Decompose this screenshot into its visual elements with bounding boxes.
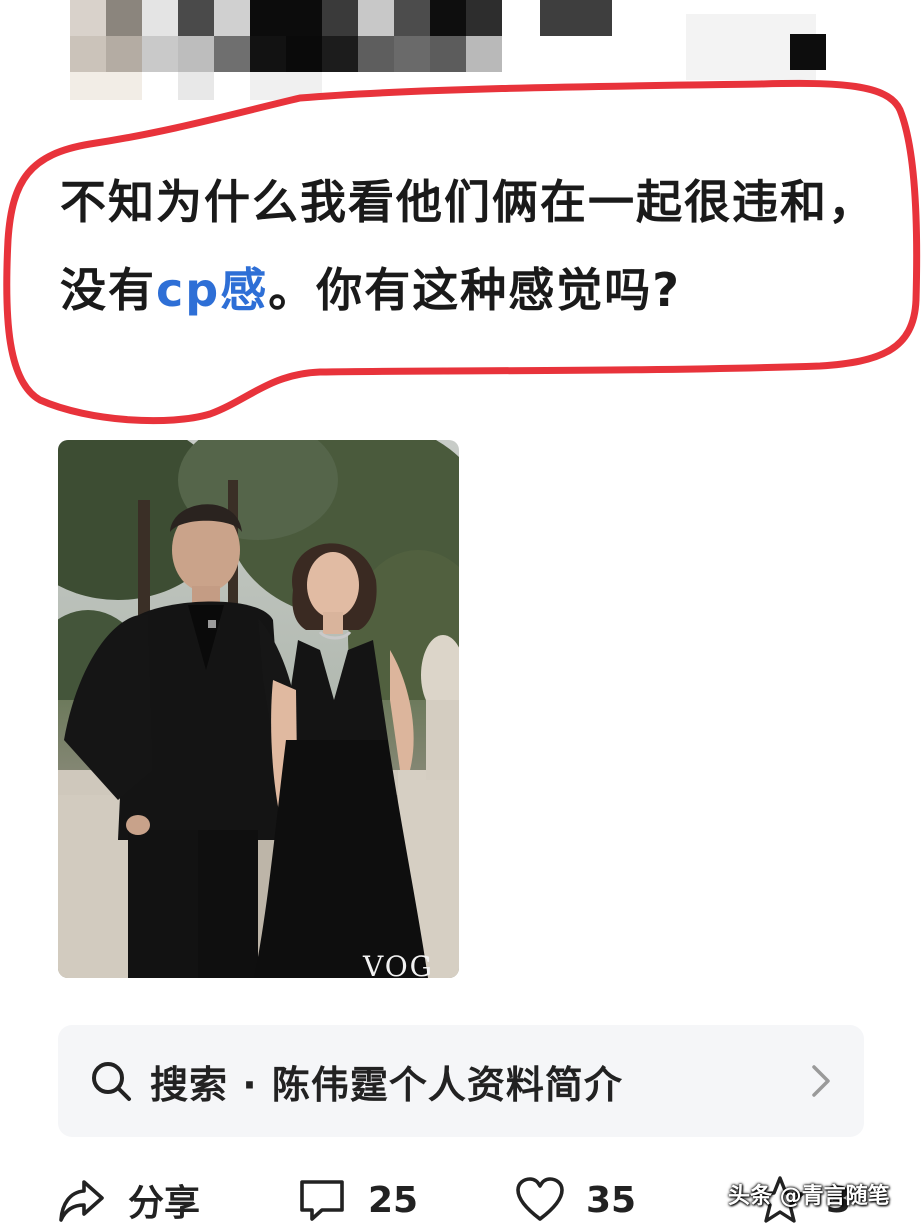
chevron-right-icon [806, 1061, 836, 1101]
photo-illustration: VOG [58, 440, 459, 978]
comment-count: 25 [368, 1179, 419, 1221]
cp-link[interactable]: cp感 [156, 263, 268, 317]
search-suggestion-label: 搜索 · 陈伟霆个人资料简介 [150, 1062, 623, 1107]
post-text: 不知为什么我看他们俩在一起很违和，没有cp感。你有这种感觉吗? [60, 158, 880, 334]
share-icon [56, 1174, 108, 1226]
blurred-header [70, 0, 870, 100]
search-suggestion-card[interactable]: 搜索 · 陈伟霆个人资料简介 [58, 1025, 864, 1137]
like-button[interactable]: 35 [514, 1173, 636, 1227]
platform-watermark: 头条 @青言随笔 [728, 1184, 890, 1209]
comment-icon [296, 1174, 348, 1226]
post-page: 不知为什么我看他们俩在一起很违和，没有cp感。你有这种感觉吗? VOG 搜索 ·… [0, 0, 922, 1229]
heart-icon [514, 1174, 566, 1226]
vogue-watermark: VOG [362, 950, 434, 978]
search-icon [88, 1058, 134, 1104]
like-count: 35 [586, 1179, 637, 1221]
post-text-part2: 。你有这种感觉吗? [268, 263, 681, 317]
share-label: 分享 [128, 1183, 201, 1224]
comment-button[interactable]: 25 [296, 1173, 418, 1227]
post-photo[interactable]: VOG [58, 440, 459, 978]
share-button[interactable]: 分享 [56, 1173, 200, 1227]
